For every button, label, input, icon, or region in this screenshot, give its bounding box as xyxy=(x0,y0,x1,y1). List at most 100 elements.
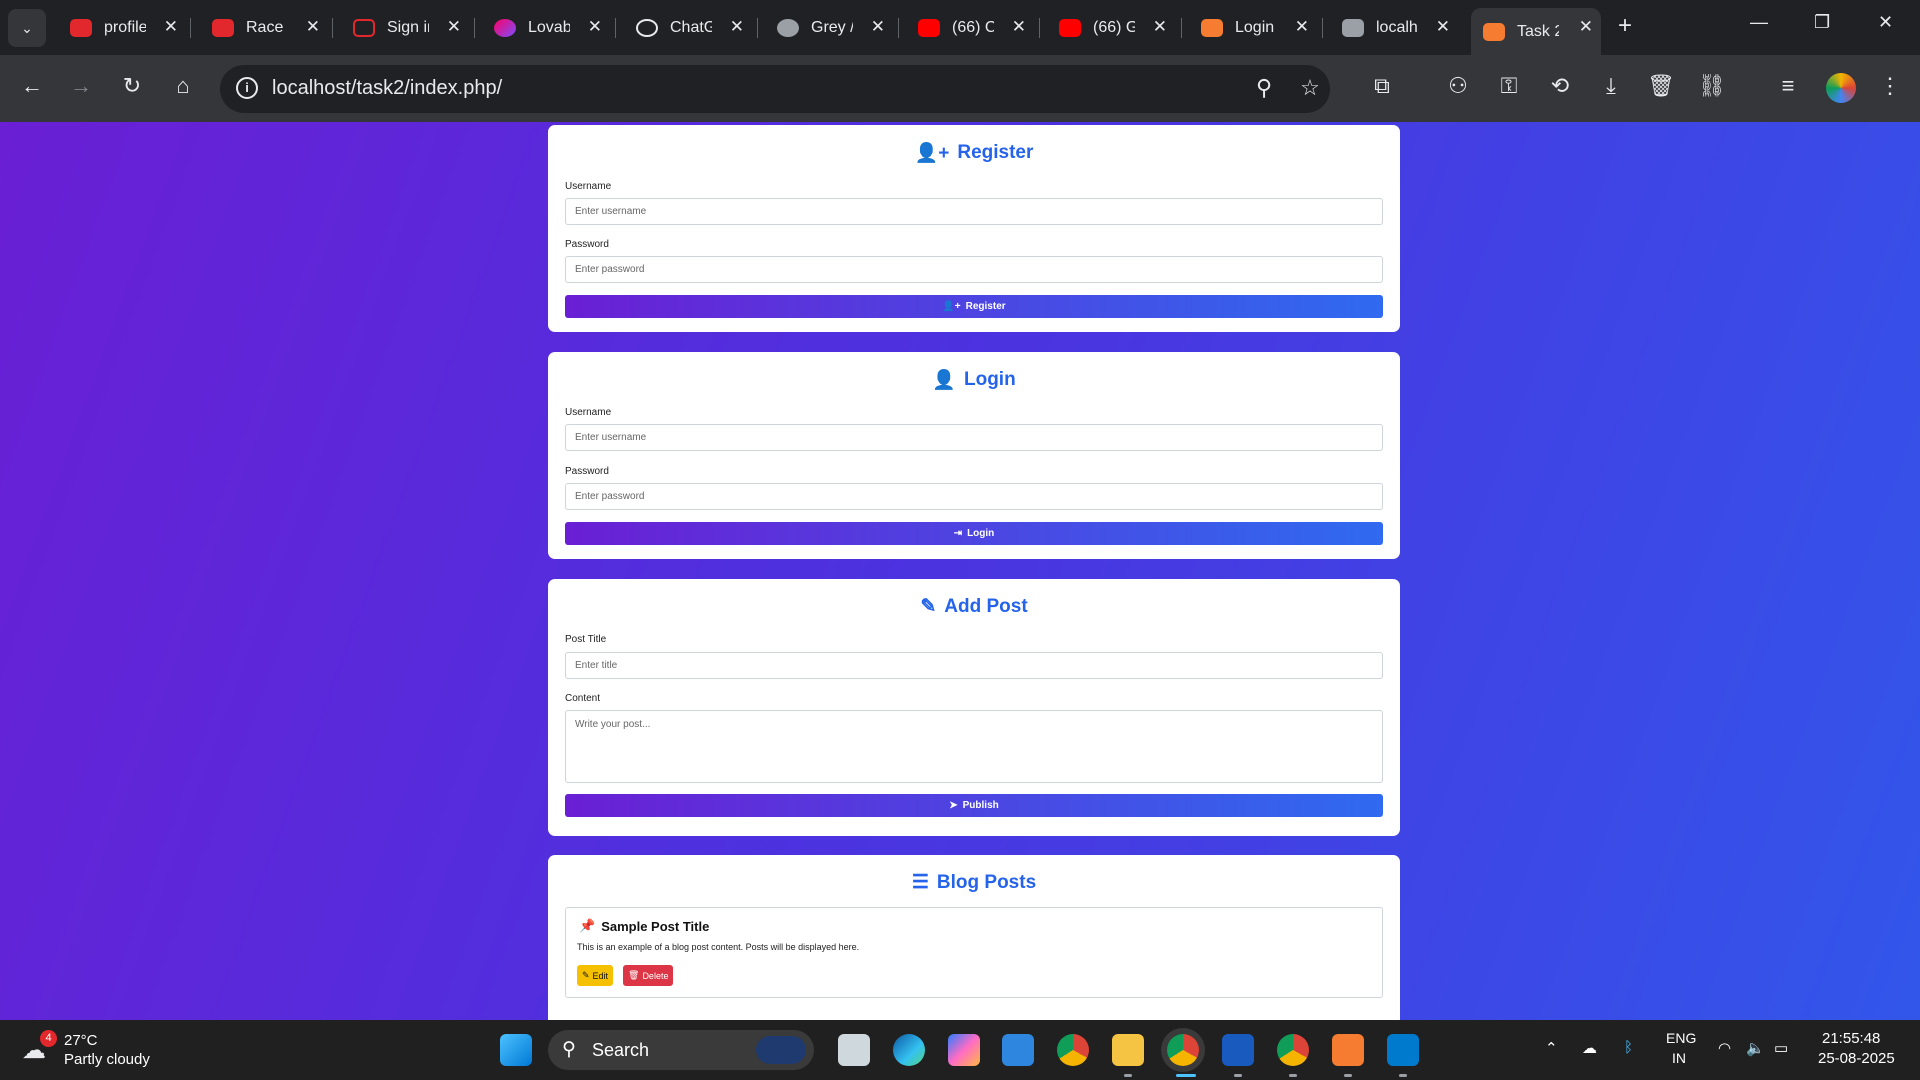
reload-icon[interactable]: ↻ xyxy=(118,73,146,99)
chevron-up-icon[interactable]: ⌃ xyxy=(1545,1039,1558,1057)
vscode-icon[interactable] xyxy=(1387,1034,1419,1066)
battery-icon[interactable]: ▭ xyxy=(1774,1039,1788,1057)
edit-icon: ✎ xyxy=(582,970,590,980)
forward-icon[interactable]: → xyxy=(67,73,95,99)
close-icon[interactable]: ✕ xyxy=(1012,17,1026,37)
clock-date[interactable]: 25-08-2025 xyxy=(1818,1050,1895,1067)
taskbar-search[interactable]: ⚲ Search xyxy=(548,1030,814,1070)
history-icon[interactable]: ⟲ xyxy=(1546,73,1574,99)
close-icon[interactable]: ✕ xyxy=(1295,17,1309,37)
tab-search-button[interactable]: ⌄ xyxy=(8,9,46,47)
register-heading: 👤+ Register xyxy=(914,142,1034,164)
window-close-button[interactable]: ✕ xyxy=(1878,12,1893,33)
password-key-icon[interactable]: ⚿ xyxy=(1495,73,1523,99)
close-icon[interactable]: ✕ xyxy=(1436,17,1450,37)
link-icon[interactable]: ⛓ xyxy=(1698,73,1726,99)
post-title: 📌 Sample Post Title xyxy=(579,918,710,934)
post-title-input[interactable] xyxy=(565,652,1383,679)
home-icon[interactable]: ⌂ xyxy=(169,73,197,99)
close-icon[interactable]: ✕ xyxy=(730,17,744,37)
youtube-icon xyxy=(918,19,940,37)
tab-localhost[interactable]: localh ✕ xyxy=(1330,8,1458,48)
delete-icon[interactable]: 🗑 xyxy=(1647,73,1675,99)
globe-icon xyxy=(777,19,799,37)
extensions-icon[interactable]: ⧉ xyxy=(1368,73,1396,99)
tab-youtube-1[interactable]: (66) C ✕ xyxy=(906,8,1034,48)
bookmark-star-icon[interactable]: ☆ xyxy=(1296,75,1324,101)
tab-task2-active[interactable]: Task 2 ✕ xyxy=(1471,8,1601,55)
register-button[interactable]: 👤+ Register xyxy=(565,295,1383,318)
tab-title: profile xyxy=(104,19,146,36)
post-content-textarea[interactable] xyxy=(565,710,1383,783)
site-info-icon[interactable]: i xyxy=(236,77,258,99)
tab-title: ChatG xyxy=(670,19,712,36)
address-bar[interactable]: i localhost/task2/index.php/ ⚲ ☆ xyxy=(220,65,1330,113)
onedrive-icon[interactable]: ☁ xyxy=(1582,1039,1597,1057)
browser-toolbar: ← → ↻ ⌂ i localhost/task2/index.php/ ⚲ ☆… xyxy=(0,55,1920,122)
search-label: Search xyxy=(592,1040,650,1060)
xampp-icon[interactable] xyxy=(1332,1034,1364,1066)
close-icon[interactable]: ✕ xyxy=(306,17,320,37)
wifi-icon[interactable]: ◠ xyxy=(1718,1039,1731,1057)
tab-grey[interactable]: Grey / ✕ xyxy=(765,8,893,48)
publish-button[interactable]: ➤ Publish xyxy=(565,794,1383,817)
register-username-input[interactable] xyxy=(565,198,1383,225)
login-heading: 👤 Login xyxy=(932,369,1016,391)
incognito-icon[interactable]: ⚇ xyxy=(1444,73,1472,99)
tab-chatgpt[interactable]: ChatG ✕ xyxy=(624,8,752,48)
back-icon[interactable]: ← xyxy=(18,73,46,99)
volume-icon[interactable]: 🔈 xyxy=(1746,1039,1765,1057)
bluetooth-icon[interactable]: ᛒ xyxy=(1624,1039,1633,1056)
restore-button[interactable]: ❐ xyxy=(1814,12,1830,33)
close-icon[interactable]: ✕ xyxy=(164,17,178,37)
oracle-icon xyxy=(70,19,92,37)
file-explorer-icon[interactable] xyxy=(1112,1034,1144,1066)
login-button[interactable]: ⇥ Login xyxy=(565,522,1383,545)
tab-sign-in[interactable]: Sign in ✕ xyxy=(341,8,469,48)
delete-post-button[interactable]: 🗑 Delete xyxy=(623,965,674,986)
clock-time[interactable]: 21:55:48 xyxy=(1822,1030,1880,1047)
tab-profile[interactable]: profile ✕ xyxy=(58,8,186,48)
login-password-input[interactable] xyxy=(565,483,1383,510)
language-label[interactable]: ENG xyxy=(1666,1030,1696,1046)
tab-youtube-2[interactable]: (66) G ✕ xyxy=(1047,8,1175,48)
url-text[interactable]: localhost/task2/index.php/ xyxy=(272,77,502,100)
profile-avatar[interactable] xyxy=(1826,73,1856,103)
weather-widget[interactable]: ☁ 4 27°C Partly cloudy xyxy=(22,1030,172,1072)
media-icon[interactable]: ≡ xyxy=(1774,73,1802,99)
blog-post-item: 📌 Sample Post Title This is an example o… xyxy=(565,907,1383,998)
close-icon[interactable]: ✕ xyxy=(1579,17,1593,37)
tab-race[interactable]: Race 1 ✕ xyxy=(200,8,328,48)
menu-kebab-icon[interactable]: ⋮ xyxy=(1876,73,1904,99)
minimize-button[interactable]: — xyxy=(1750,12,1768,33)
region-label[interactable]: IN xyxy=(1672,1050,1686,1066)
register-password-input[interactable] xyxy=(565,256,1383,283)
todo-icon[interactable] xyxy=(1002,1034,1034,1066)
pencil-icon: ✎ xyxy=(920,596,937,617)
tab-lovable[interactable]: Lovab ✕ xyxy=(482,8,610,48)
close-icon[interactable]: ✕ xyxy=(447,17,461,37)
close-icon[interactable]: ✕ xyxy=(588,17,602,37)
chrome-profile-icon[interactable] xyxy=(1277,1034,1309,1066)
windows-start-icon[interactable] xyxy=(500,1034,532,1066)
new-tab-button[interactable]: + xyxy=(1618,12,1632,40)
copilot-icon[interactable] xyxy=(948,1034,980,1066)
post-content: This is an example of a blog post conten… xyxy=(577,942,860,952)
register-username-label: Username xyxy=(565,181,612,192)
user-plus-icon: 👤+ xyxy=(914,143,950,164)
edit-post-button[interactable]: ✎ Edit xyxy=(577,965,614,986)
chrome-icon[interactable] xyxy=(1057,1034,1089,1066)
close-icon[interactable]: ✕ xyxy=(1153,17,1167,37)
chevron-down-icon: ⌄ xyxy=(21,19,33,36)
word-icon[interactable] xyxy=(1222,1034,1254,1066)
tab-login[interactable]: Login ✕ xyxy=(1189,8,1317,48)
download-icon[interactable]: ⤓ xyxy=(1597,73,1625,99)
login-username-input[interactable] xyxy=(565,424,1383,451)
chrome-active-icon[interactable] xyxy=(1167,1034,1199,1066)
close-icon[interactable]: ✕ xyxy=(871,17,885,37)
task-view-icon[interactable] xyxy=(838,1034,870,1066)
edge-icon[interactable] xyxy=(893,1034,925,1066)
xampp-icon xyxy=(1483,22,1505,41)
zoom-icon[interactable]: ⚲ xyxy=(1250,75,1278,101)
tab-title: Lovab xyxy=(528,19,570,36)
